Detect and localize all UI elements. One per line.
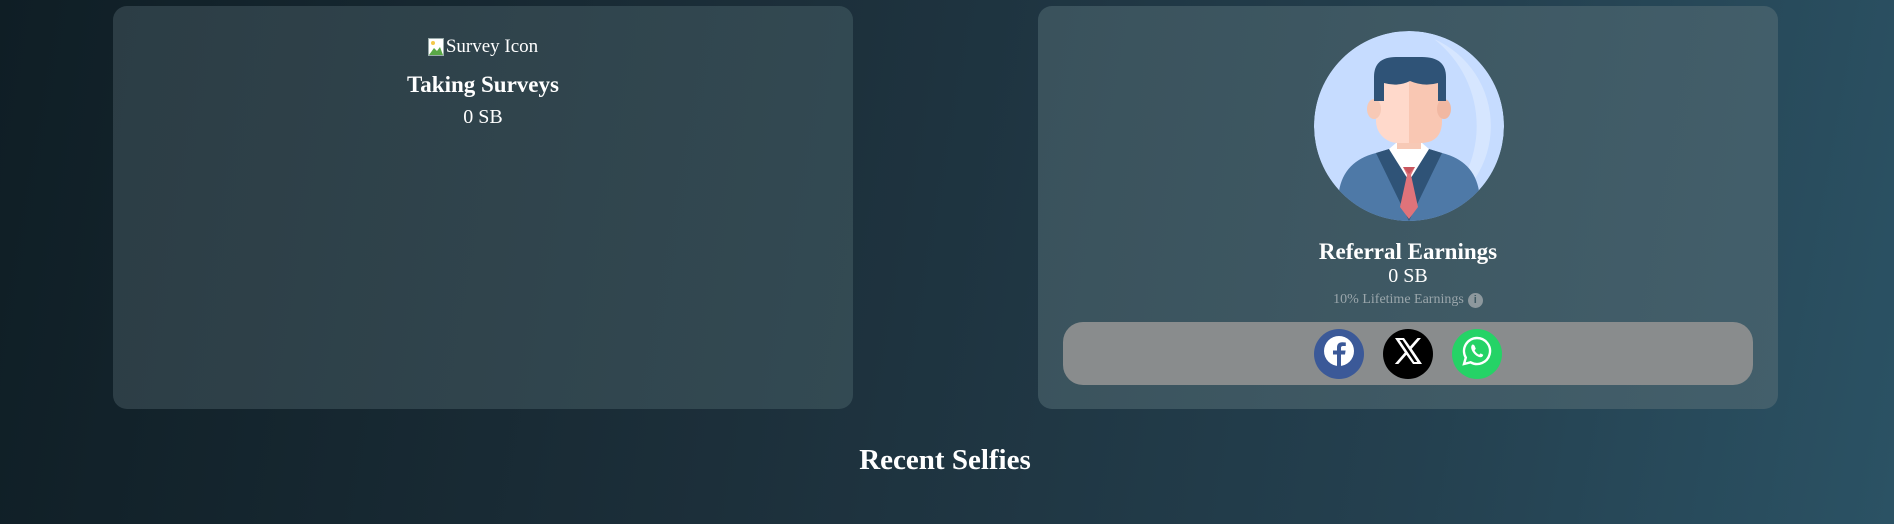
- lifetime-earnings-text: 10% Lifetime Earnings: [1333, 292, 1464, 307]
- x-share-button[interactable]: [1383, 328, 1433, 379]
- referral-card-value: 0 SB: [1388, 265, 1428, 287]
- recent-selfies-heading: Recent Selfies: [859, 444, 1031, 476]
- survey-card-title: Taking Surveys: [407, 72, 559, 97]
- x-icon: [1393, 337, 1423, 370]
- broken-image-icon: [427, 38, 444, 56]
- survey-card-value: 0 SB: [463, 106, 503, 128]
- lifetime-earnings-note: 10% Lifetime Earnings i: [1038, 292, 1778, 308]
- whatsapp-share-button[interactable]: [1452, 328, 1502, 379]
- survey-card: Survey Icon Taking Surveys 0 SB: [113, 6, 853, 409]
- survey-icon-image: Survey Icon: [113, 36, 853, 58]
- share-bar: [1063, 322, 1753, 385]
- referral-card-title: Referral Earnings: [1318, 239, 1498, 264]
- facebook-icon: [1323, 335, 1355, 372]
- whatsapp-icon: [1462, 336, 1492, 371]
- avatar: [1314, 31, 1504, 221]
- survey-icon-alt: Survey Icon: [445, 36, 539, 57]
- referral-card: Referral Earnings 0 SB 10% Lifetime Earn…: [1038, 6, 1778, 409]
- facebook-share-button[interactable]: [1314, 328, 1364, 379]
- info-icon[interactable]: i: [1467, 292, 1483, 308]
